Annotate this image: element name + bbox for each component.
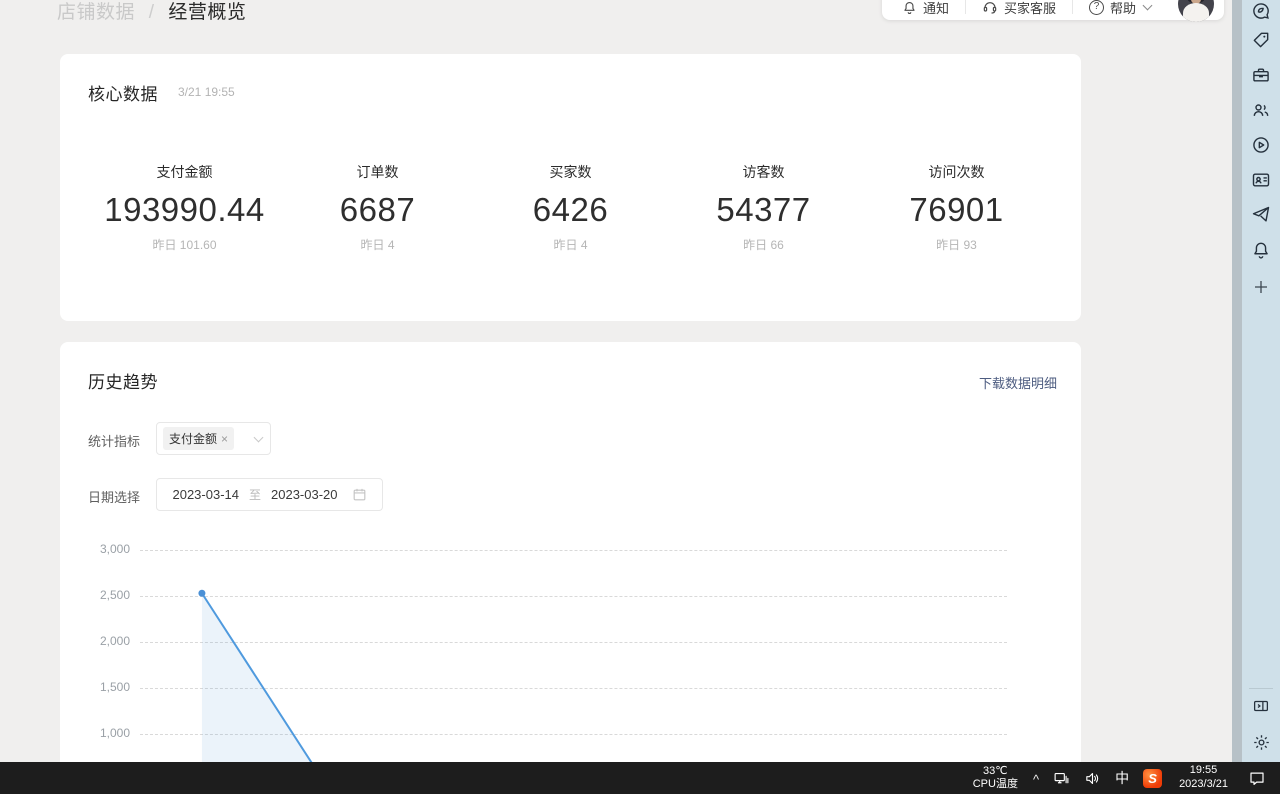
y-axis-tick: 1,500 <box>60 680 130 694</box>
cpu-temp-value: 33℃ <box>973 765 1018 778</box>
metric-value: 76901 <box>860 191 1053 229</box>
notifications-label: 通知 <box>923 0 949 17</box>
message-icon[interactable] <box>1242 0 1280 22</box>
gridline <box>140 688 1007 689</box>
divider <box>1249 688 1273 689</box>
metric-label: 访问次数 <box>860 162 1053 182</box>
send-icon[interactable] <box>1242 197 1280 232</box>
metric-yesterday: 昨日 4 <box>474 236 667 253</box>
metric-label: 支付金额 <box>88 162 281 182</box>
metric-yesterday: 昨日 4 <box>281 236 474 253</box>
metric-yesterday: 昨日 66 <box>667 236 860 253</box>
core-card-title: 核心数据 <box>88 80 158 105</box>
customer-service-label: 买家客服 <box>1004 0 1056 17</box>
notifications-button[interactable]: 通知 <box>902 0 949 17</box>
tag-icon[interactable] <box>1242 22 1280 57</box>
chevron-down-icon <box>1143 1 1153 11</box>
date-start: 2023-03-14 <box>172 487 239 502</box>
panel-collapse-icon[interactable] <box>1242 695 1280 717</box>
breadcrumb: 店铺数据 / 经营概览 <box>57 0 246 24</box>
metric-value: 54377 <box>667 191 860 229</box>
download-data-link[interactable]: 下载数据明细 <box>979 373 1057 392</box>
breadcrumb-section[interactable]: 店铺数据 <box>57 2 135 23</box>
date-end: 2023-03-20 <box>271 487 338 502</box>
y-axis-tick: 2,000 <box>60 634 130 648</box>
ime-indicator[interactable]: 中 <box>1108 762 1136 794</box>
breadcrumb-separator: / <box>149 2 155 23</box>
calendar-icon[interactable] <box>352 487 367 502</box>
sogou-input-icon[interactable]: S <box>1136 762 1169 794</box>
page-title: 经营概览 <box>168 2 246 23</box>
avatar[interactable] <box>1178 0 1214 22</box>
clock-time: 19:55 <box>1179 764 1228 778</box>
plus-icon[interactable] <box>1242 267 1280 307</box>
chevron-down-icon <box>254 432 264 442</box>
contacts-icon[interactable] <box>1242 92 1280 127</box>
gridline <box>140 734 1007 735</box>
gridline <box>140 550 1007 551</box>
chevron-up-icon: ^ <box>1033 772 1039 787</box>
metric-value: 6426 <box>474 191 667 229</box>
help-icon <box>1089 0 1104 15</box>
clock-date: 2023/3/21 <box>1179 778 1228 792</box>
core-card-timestamp: 3/21 19:55 <box>178 85 235 99</box>
clock-widget[interactable]: 19:55 2023/3/21 <box>1169 764 1238 792</box>
y-axis-tick: 3,000 <box>60 542 130 556</box>
y-axis-tick: 2,500 <box>60 588 130 602</box>
date-to-label: 至 <box>249 486 261 503</box>
metric-select[interactable]: 支付金额 <box>156 422 271 455</box>
metric-payment-amount: 支付金额 193990.44 昨日 101.60 <box>88 162 281 253</box>
system-tray: 33℃ CPU温度 ^ 中 S 19:55 2023/3/21 <box>965 762 1280 794</box>
y-axis-tick: 1,000 <box>60 726 130 740</box>
gridline <box>140 642 1007 643</box>
cpu-temp-widget[interactable]: 33℃ CPU温度 <box>965 765 1026 791</box>
action-center-icon[interactable] <box>1238 762 1280 794</box>
metric-buyers: 买家数 6426 昨日 4 <box>474 162 667 253</box>
trend-card-title: 历史趋势 <box>88 368 158 393</box>
remove-tag-icon[interactable] <box>221 434 228 444</box>
metric-filter-label: 统计指标 <box>88 431 140 450</box>
header-actions: 通知 买家客服 帮助 <box>882 0 1224 20</box>
metric-tag-label: 支付金额 <box>169 430 217 447</box>
metric-yesterday: 昨日 93 <box>860 236 1053 253</box>
network-icon[interactable] <box>1046 762 1077 794</box>
scrollbar[interactable] <box>1232 0 1242 762</box>
date-range-input[interactable]: 2023-03-14 至 2023-03-20 <box>156 478 383 511</box>
help-label: 帮助 <box>1110 0 1136 17</box>
metrics-row: 支付金额 193990.44 昨日 101.60 订单数 6687 昨日 4 买… <box>88 162 1053 253</box>
taskbar: 33℃ CPU温度 ^ 中 S 19:55 2023/3/21 <box>0 762 1280 794</box>
gridline <box>140 596 1007 597</box>
bell-icon <box>902 0 917 15</box>
metric-label: 订单数 <box>281 162 474 182</box>
metric-label: 访客数 <box>667 162 860 182</box>
metric-tag[interactable]: 支付金额 <box>163 427 234 450</box>
metric-value: 6687 <box>281 191 474 229</box>
metric-orders: 订单数 6687 昨日 4 <box>281 162 474 253</box>
metric-label: 买家数 <box>474 162 667 182</box>
settings-gear-icon[interactable] <box>1242 731 1280 753</box>
core-data-card: 核心数据 3/21 19:55 支付金额 193990.44 昨日 101.60… <box>60 54 1081 321</box>
metric-value: 193990.44 <box>88 191 281 229</box>
metric-visits: 访问次数 76901 昨日 93 <box>860 162 1053 253</box>
divider <box>965 0 966 14</box>
metric-yesterday: 昨日 101.60 <box>88 236 281 253</box>
video-icon[interactable] <box>1242 127 1280 162</box>
right-sidebar <box>1242 0 1280 762</box>
date-filter-label: 日期选择 <box>88 487 140 506</box>
id-card-icon[interactable] <box>1242 162 1280 197</box>
customer-service-button[interactable]: 买家客服 <box>982 0 1056 17</box>
cpu-temp-label: CPU温度 <box>973 778 1018 791</box>
divider <box>1072 0 1073 14</box>
metric-visitors: 访客数 54377 昨日 66 <box>667 162 860 253</box>
volume-icon[interactable] <box>1077 762 1108 794</box>
toolbox-icon[interactable] <box>1242 57 1280 92</box>
history-trend-card: 历史趋势 下载数据明细 统计指标 支付金额 日期选择 2023-03-14 至 … <box>60 342 1081 794</box>
bell-icon[interactable] <box>1242 232 1280 267</box>
tray-expand-button[interactable]: ^ <box>1026 762 1046 794</box>
headset-icon <box>982 0 998 15</box>
help-button[interactable]: 帮助 <box>1089 0 1151 17</box>
